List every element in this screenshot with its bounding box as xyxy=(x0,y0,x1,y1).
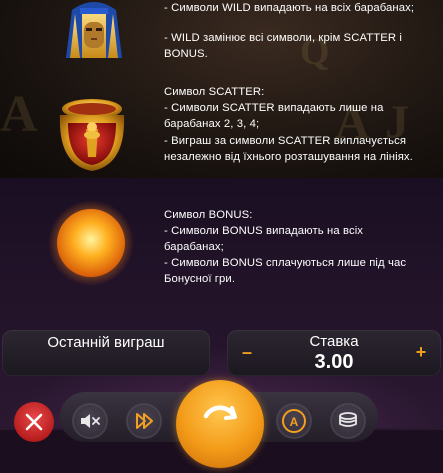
wild-rule-2: - WILD замінює всі символи, крім SCATTER… xyxy=(164,32,402,61)
scatter-rule-1: - Символи SCATTER випадають лише на бара… xyxy=(164,102,384,131)
bonus-rule-2: - Символи BONUS сплачуються лише під час… xyxy=(164,257,407,286)
coins-icon xyxy=(339,412,357,427)
sound-off-icon xyxy=(81,414,100,428)
wild-rule-1: - Символи WILD випадають на всіх барабан… xyxy=(164,2,415,14)
spin-button[interactable] xyxy=(176,380,264,468)
bonus-title: Символ BONUS: xyxy=(164,209,253,221)
spin-icon xyxy=(203,405,237,420)
scatter-title: Символ SCATTER: xyxy=(164,86,265,98)
close-icon xyxy=(25,413,43,431)
background-reel-symbol: A xyxy=(0,86,38,143)
coins-button[interactable] xyxy=(330,403,366,439)
scatter-rule-2: - Виграш за символи SCATTER виплачується… xyxy=(164,135,413,164)
sound-button[interactable] xyxy=(72,403,108,439)
bonus-rule-1: - Символи BONUS випадають на всіх бараба… xyxy=(164,225,364,254)
autoplay-button[interactable]: A xyxy=(276,403,312,439)
last-win-panel: Останній виграш xyxy=(2,330,210,376)
stake-value: 3.00 xyxy=(314,351,354,373)
stake-label: Ставка xyxy=(309,333,359,350)
autoplay-icon: A xyxy=(282,409,306,433)
pharaoh-mask-icon xyxy=(58,0,130,58)
stake-increase-button[interactable]: + xyxy=(411,342,431,362)
fast-forward-icon xyxy=(136,413,153,429)
fast-play-button[interactable] xyxy=(126,403,162,439)
close-button[interactable] xyxy=(14,402,54,442)
sun-icon xyxy=(48,200,134,286)
svg-text:A: A xyxy=(290,415,299,429)
stake-panel: – Ставка 3.00 + xyxy=(227,330,441,376)
golden-pot-icon xyxy=(50,95,134,175)
last-win-label: Останній виграш xyxy=(47,334,165,351)
